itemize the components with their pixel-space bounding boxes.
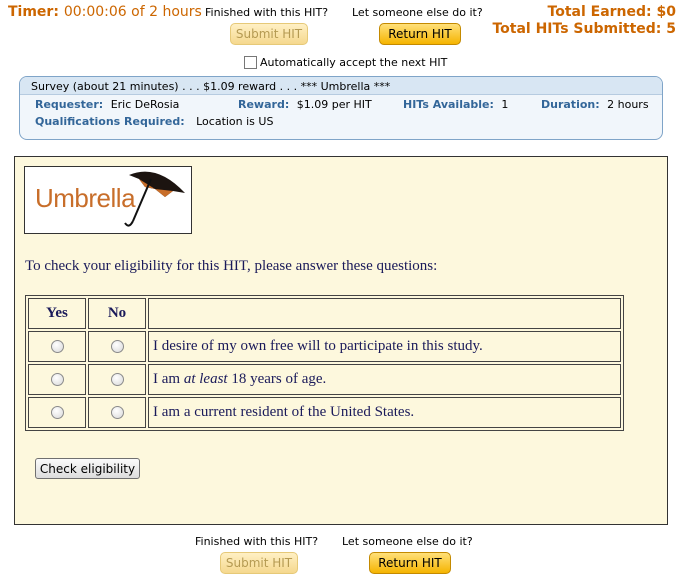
table-row: I am at least 18 years of age. bbox=[28, 364, 621, 395]
timer: Timer: 00:00:06 of 2 hours bbox=[8, 4, 202, 20]
q1-no-radio[interactable] bbox=[110, 340, 124, 353]
totals-panel: Total Earned: $0 Total HITs Submitted: 5 bbox=[492, 4, 676, 38]
yes-column-header: Yes bbox=[28, 298, 86, 329]
total-earned-label: Total Earned: bbox=[547, 4, 652, 20]
total-earned-value: $0 bbox=[656, 4, 676, 20]
requester-value[interactable]: Eric DeRosia bbox=[111, 98, 180, 111]
submit-hit-button-bottom[interactable]: Submit HIT bbox=[220, 552, 298, 574]
q2-statement: I am at least 18 years of age. bbox=[148, 364, 621, 395]
q1-statement: I desire of my own free will to particip… bbox=[148, 331, 621, 362]
instructions-text: To check your eligibility for this HIT, … bbox=[25, 258, 438, 274]
q3-yes-radio[interactable] bbox=[50, 406, 64, 419]
footer-finished-question: Finished with this HIT? bbox=[195, 535, 319, 548]
total-hits-value: 5 bbox=[666, 21, 676, 37]
reward-label: Reward: bbox=[238, 98, 290, 111]
q2-no-radio[interactable] bbox=[110, 373, 124, 386]
total-hits-label: Total HITs Submitted: bbox=[492, 21, 662, 37]
q2-yes-radio[interactable] bbox=[50, 373, 64, 386]
q1-yes-radio[interactable] bbox=[50, 340, 64, 353]
requester-label: Requester: bbox=[35, 98, 104, 111]
auto-accept-label: Automatically accept the next HIT bbox=[260, 56, 448, 69]
check-eligibility-button[interactable]: Check eligibility bbox=[35, 458, 140, 479]
qualifications-label: Qualifications Required: bbox=[35, 115, 185, 128]
q2-text-post: 18 years of age. bbox=[227, 371, 327, 387]
auto-accept-checkbox[interactable] bbox=[244, 56, 257, 69]
eligibility-table: Yes No I desire of my own free will to p… bbox=[25, 295, 624, 431]
footer-let-someone-question: Let someone else do it? bbox=[342, 535, 473, 548]
auto-accept-row: Automatically accept the next HIT bbox=[244, 56, 447, 69]
finished-question: Finished with this HIT? bbox=[205, 6, 329, 19]
table-row: I desire of my own free will to particip… bbox=[28, 331, 621, 362]
survey-panel: Umbrella To check your eligibility for t… bbox=[14, 156, 668, 525]
hits-available-label: HITs Available: bbox=[403, 98, 494, 111]
submit-hit-button-top[interactable]: Submit HIT bbox=[230, 23, 308, 45]
reward-value: $1.09 per HIT bbox=[296, 98, 372, 111]
statement-column-header bbox=[148, 298, 621, 329]
q2-text-emphasis: at least bbox=[183, 371, 228, 387]
hits-available-value: 1 bbox=[501, 98, 509, 111]
umbrella-logo: Umbrella bbox=[24, 166, 192, 234]
return-hit-button-bottom[interactable]: Return HIT bbox=[369, 552, 451, 574]
table-row: I am a current resident of the United St… bbox=[28, 397, 621, 428]
q3-no-radio[interactable] bbox=[110, 406, 124, 419]
duration-label: Duration: bbox=[541, 98, 600, 111]
q2-text-pre: I am bbox=[153, 371, 184, 387]
umbrella-icon bbox=[124, 171, 185, 227]
qualifications-value: Location is US bbox=[196, 115, 274, 128]
let-someone-question: Let someone else do it? bbox=[352, 6, 483, 19]
table-header-row: Yes No bbox=[28, 298, 621, 329]
timer-label: Timer: bbox=[8, 4, 59, 20]
return-hit-button-top[interactable]: Return HIT bbox=[379, 23, 461, 45]
hit-title: Survey (about 21 minutes) . . . $1.09 re… bbox=[20, 77, 662, 95]
timer-value: 00:00:06 of 2 hours bbox=[63, 4, 202, 20]
hit-details-box: Survey (about 21 minutes) . . . $1.09 re… bbox=[19, 76, 663, 140]
q3-statement: I am a current resident of the United St… bbox=[148, 397, 621, 428]
no-column-header: No bbox=[88, 298, 146, 329]
duration-value: 2 hours bbox=[607, 98, 649, 111]
